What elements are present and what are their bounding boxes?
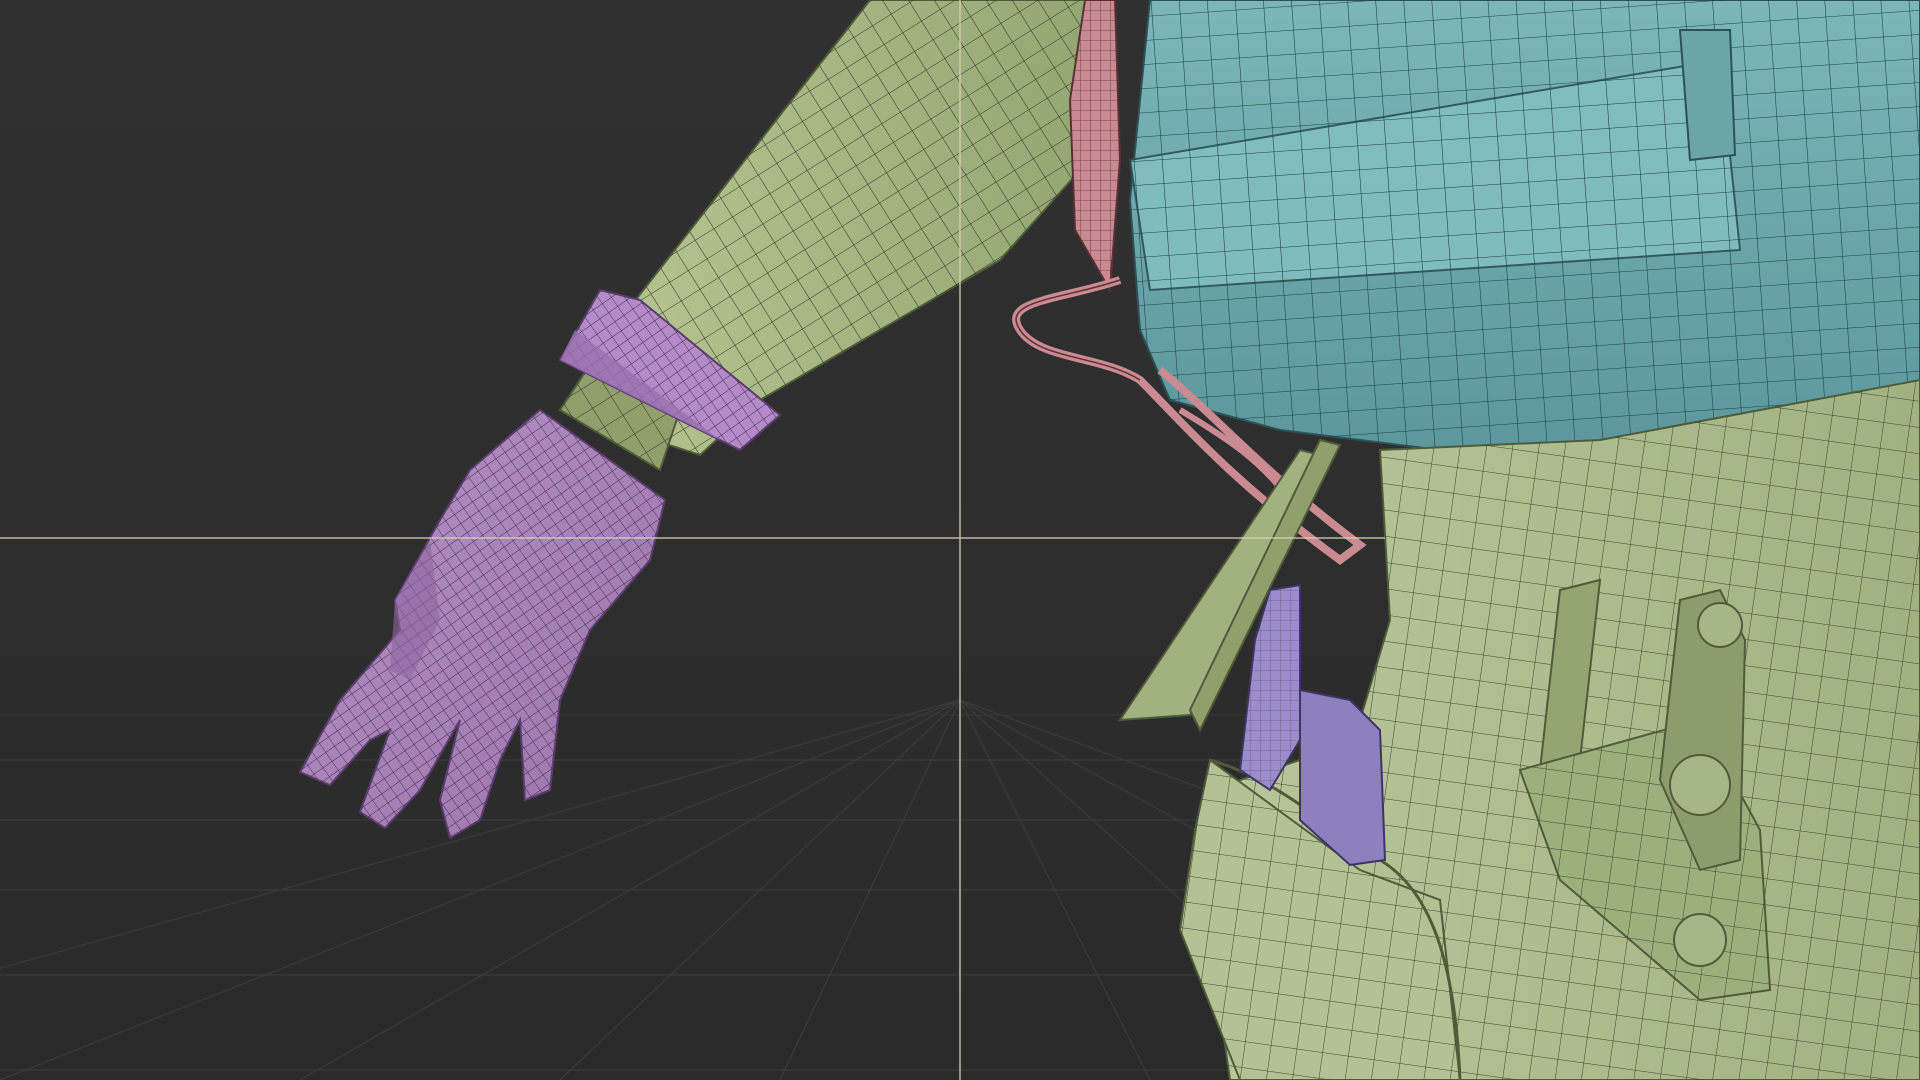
- glove-mesh[interactable]: [298, 408, 667, 840]
- 3d-viewport[interactable]: [0, 0, 1920, 1080]
- hanging-straps: [1118, 438, 1342, 733]
- backpack-mesh[interactable]: [1128, 0, 1920, 452]
- viewport-canvas[interactable]: [0, 0, 1920, 1080]
